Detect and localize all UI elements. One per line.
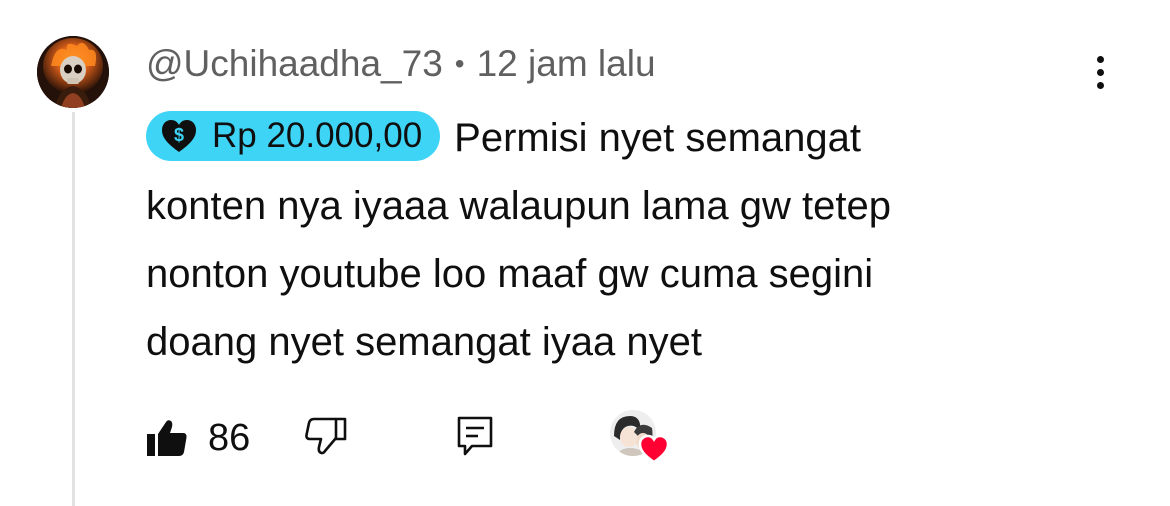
more-vertical-icon-dot (1096, 81, 1104, 89)
skull-avatar-image (37, 36, 109, 108)
creator-heart (610, 410, 672, 468)
avatar[interactable] (37, 36, 109, 108)
comment-text-line-3: nonton youtube loo maaf gw cuma segini (146, 252, 874, 296)
comment-line: $ Rp 20.000,00 Permisi nyet semangat (146, 104, 1106, 172)
header-separator: • (454, 48, 465, 79)
comment-header: @Uchihaadha_73 • 12 jam lalu (146, 40, 656, 88)
more-vertical-icon-dot (1096, 68, 1104, 76)
super-thanks-chip: $ Rp 20.000,00 (146, 111, 441, 162)
creator-heart-icon (638, 434, 670, 464)
dislike-button[interactable] (304, 416, 348, 461)
comment-text-line-4: doang nyet semangat iyaa nyet (146, 320, 702, 364)
comment-body: $ Rp 20.000,00 Permisi nyet semangat kon… (146, 104, 1106, 376)
comment-actions: 86 (146, 408, 494, 468)
thumbs-up-filled-icon (147, 420, 187, 456)
reply-comment-icon (457, 416, 493, 455)
author-name[interactable]: @Uchihaadha_73 (146, 43, 443, 85)
super-thanks-amount: Rp 20.000,00 (212, 116, 423, 156)
reply-button[interactable] (456, 415, 494, 462)
more-options-button[interactable] (1080, 48, 1120, 96)
comment-text-line-2: konten nya iyaaa walaupun lama gw tetep (146, 184, 891, 228)
thumbs-down-icon (305, 417, 347, 454)
dollar-heart-icon: $ (162, 120, 196, 153)
svg-text:$: $ (174, 125, 184, 145)
like-button[interactable]: 86 (146, 417, 250, 460)
more-vertical-icon (1096, 55, 1104, 63)
thread-line (72, 112, 75, 506)
like-count: 86 (208, 416, 251, 459)
comment-text-line-1: Permisi nyet semangat (454, 116, 862, 160)
comment-timestamp[interactable]: 12 jam lalu (477, 43, 656, 85)
